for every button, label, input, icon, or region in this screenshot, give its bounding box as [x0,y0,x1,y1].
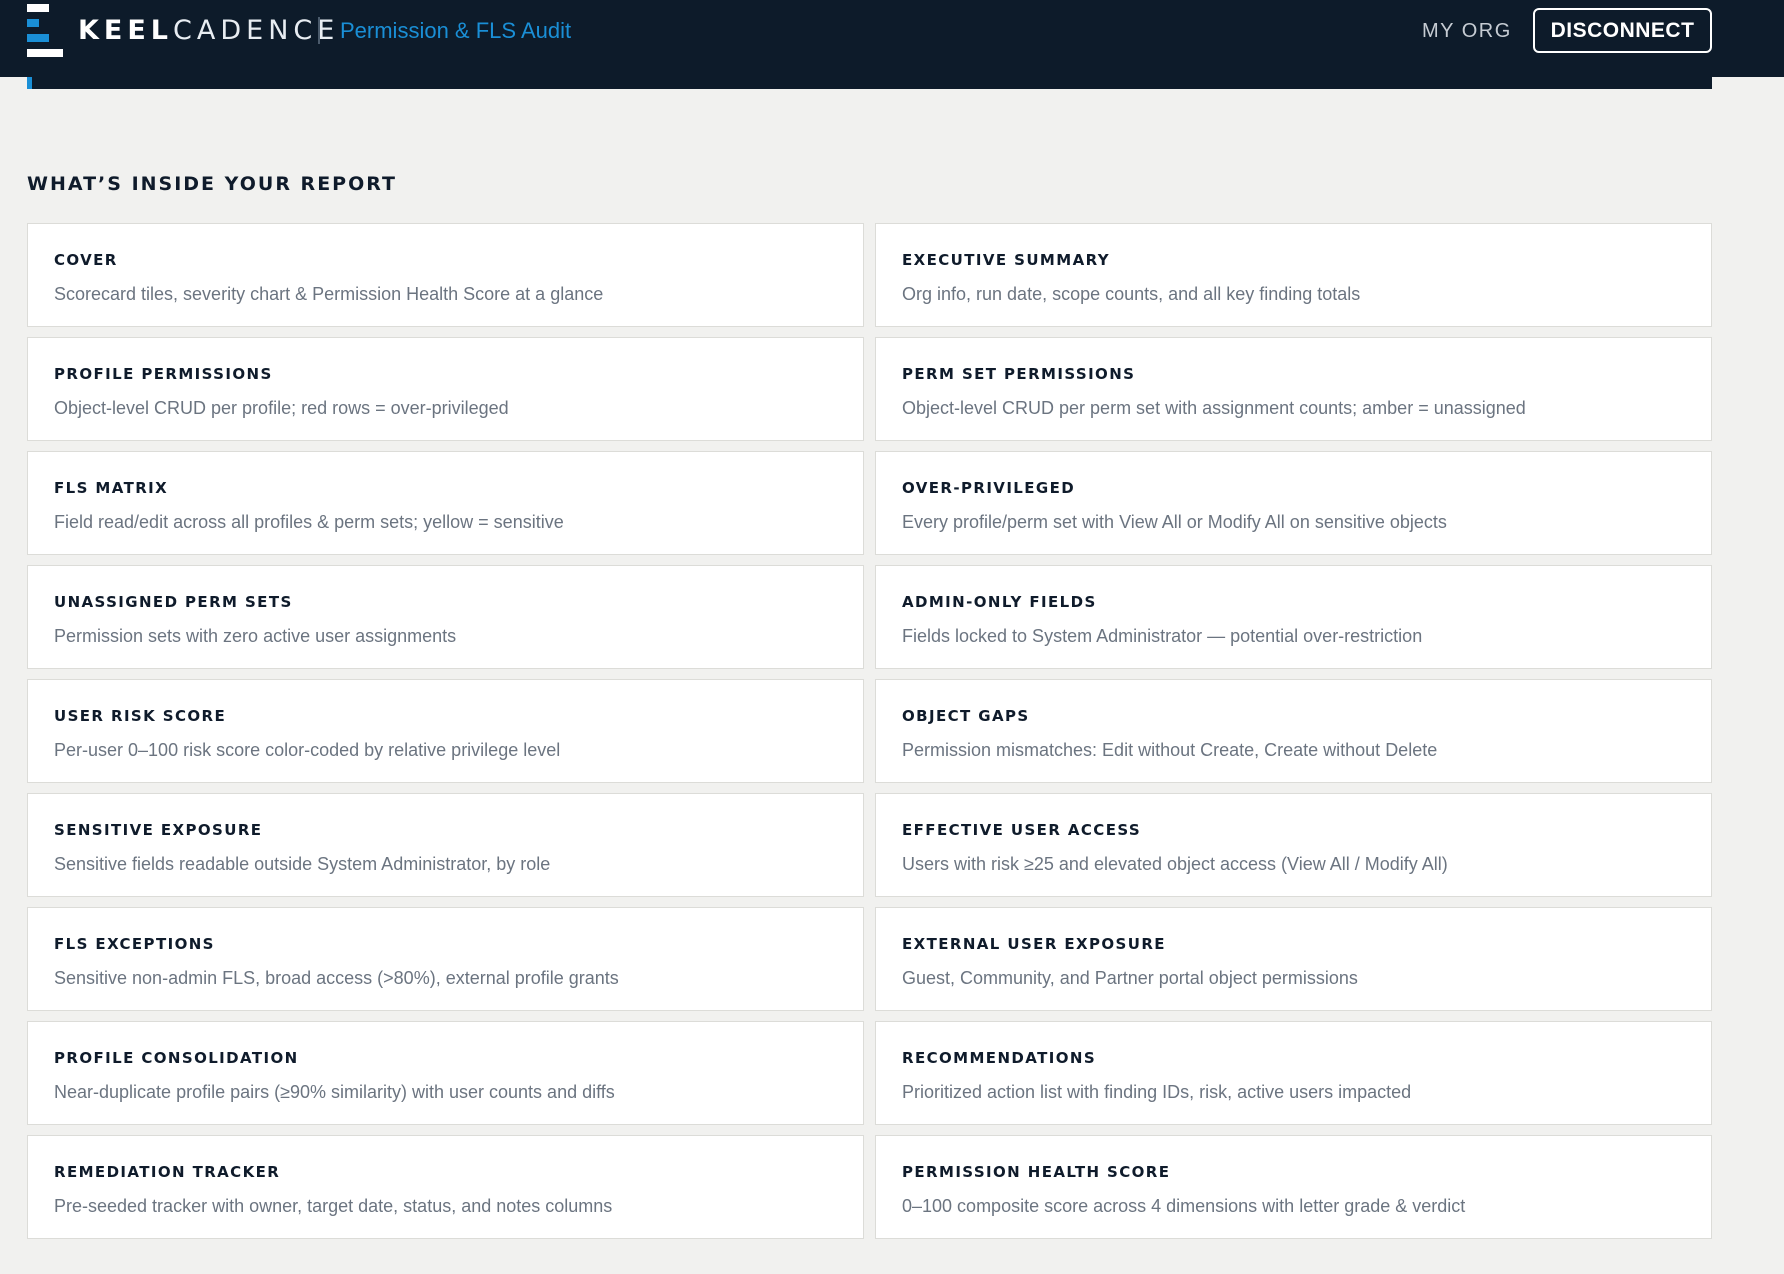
card-description: Every profile/perm set with View All or … [902,512,1447,532]
card-title: OBJECT GAPS [902,707,1030,725]
report-section-card[interactable]: PERMISSION HEALTH SCORE 0–100 composite s… [875,1135,1712,1239]
disconnect-button[interactable]: DISCONNECT [1533,8,1712,53]
report-section-card[interactable]: OVER-PRIVILEGED Every profile/perm set wi… [875,451,1712,555]
card-description: Org info, run date, scope counts, and al… [902,284,1361,304]
card-title: COVER [54,251,118,269]
card-description: Prioritized action list with finding IDs… [902,1082,1412,1102]
report-section-card[interactable]: COVER Scorecard tiles, severity chart & P… [27,223,864,327]
report-section-card[interactable]: FLS EXCEPTIONS Sensitive non-admin FLS, b… [27,907,864,1011]
card-description: Guest, Community, and Partner portal obj… [902,968,1358,988]
card-title: RECOMMENDATIONS [902,1049,1097,1067]
card-description: Scorecard tiles, severity chart & Permis… [54,284,604,304]
card-title: PERM SET PERMISSIONS [902,365,1136,383]
card-description: Pre-seeded tracker with owner, target da… [54,1196,613,1216]
card-description: Near-duplicate profile pairs (≥90% simil… [54,1082,615,1102]
report-section-card[interactable]: OBJECT GAPS Permission mismatches: Edit w… [875,679,1712,783]
card-description: Users with risk ≥25 and elevated object … [902,854,1448,874]
report-section-card[interactable]: USER RISK SCORE Per-user 0–100 risk score… [27,679,864,783]
report-section-card[interactable]: FLS MATRIX Field read/edit across all pro… [27,451,864,555]
card-title: PROFILE CONSOLIDATION [54,1049,299,1067]
header-accent-strip [27,77,1712,89]
top-navigation-bar: KEELCADENCE Permission & FLS Audit MY OR… [0,0,1784,77]
keelcadence-logo-icon [27,4,63,57]
card-description: Fields locked to System Administrator — … [902,626,1423,646]
card-title: EFFECTIVE USER ACCESS [902,821,1142,839]
card-title: EXTERNAL USER EXPOSURE [902,935,1166,953]
report-section-card[interactable]: UNASSIGNED PERM SETS Permission sets with… [27,565,864,669]
card-description: Object-level CRUD per profile; red rows … [54,398,509,418]
card-description: Permission mismatches: Edit without Crea… [902,740,1438,760]
card-description: Sensitive fields readable outside System… [54,854,551,874]
report-section-card[interactable]: SENSITIVE EXPOSURE Sensitive fields reada… [27,793,864,897]
card-title: FLS EXCEPTIONS [54,935,215,953]
card-description: Object-level CRUD per perm set with assi… [902,398,1526,418]
report-section-card[interactable]: PROFILE PERMISSIONS Object-level CRUD per… [27,337,864,441]
header-divider [318,17,320,44]
card-description: Sensitive non-admin FLS, broad access (>… [54,968,619,988]
report-section-card[interactable]: EXTERNAL USER EXPOSURE Guest, Community, … [875,907,1712,1011]
report-section-card[interactable]: PROFILE CONSOLIDATION Near-duplicate prof… [27,1021,864,1125]
card-description: Permission sets with zero active user as… [54,626,457,646]
report-section-card[interactable]: EFFECTIVE USER ACCESS Users with risk ≥25… [875,793,1712,897]
app-title: Permission & FLS Audit [340,18,572,43]
card-description: 0–100 composite score across 4 dimension… [902,1196,1466,1216]
card-title: USER RISK SCORE [54,707,227,725]
card-title: OVER-PRIVILEGED [902,479,1076,497]
report-section-card[interactable]: RECOMMENDATIONS Prioritized action list w… [875,1021,1712,1125]
card-title: SENSITIVE EXPOSURE [54,821,263,839]
report-section-title: WHAT’S INSIDE YOUR REPORT [27,173,397,195]
card-description: Field read/edit across all profiles & pe… [54,512,564,532]
report-section-card[interactable]: ADMIN-ONLY FIELDS Fields locked to System… [875,565,1712,669]
report-section-card[interactable]: PERM SET PERMISSIONS Object-level CRUD pe… [875,337,1712,441]
card-title: PROFILE PERMISSIONS [54,365,273,383]
report-contents-grid: COVER Scorecard tiles, severity chart & P… [27,223,1713,1239]
card-title: EXECUTIVE SUMMARY [902,251,1110,269]
card-description: Per-user 0–100 risk score color-coded by… [54,740,561,760]
report-section-card[interactable]: REMEDIATION TRACKER Pre-seeded tracker wi… [27,1135,864,1239]
my-org-link[interactable]: MY ORG [1422,18,1512,44]
card-title: PERMISSION HEALTH SCORE [902,1163,1171,1181]
card-title: REMEDIATION TRACKER [54,1163,281,1181]
brand-wordmark-bold: KEEL [78,15,174,46]
report-section-card[interactable]: EXECUTIVE SUMMARY Org info, run date, sco… [875,223,1712,327]
card-title: UNASSIGNED PERM SETS [54,593,293,611]
card-title: ADMIN-ONLY FIELDS [902,593,1097,611]
brand-wordmark: KEELCADENCE [78,14,339,48]
card-title: FLS MATRIX [54,479,169,497]
brand-wordmark-light: CADENCE [173,15,340,46]
